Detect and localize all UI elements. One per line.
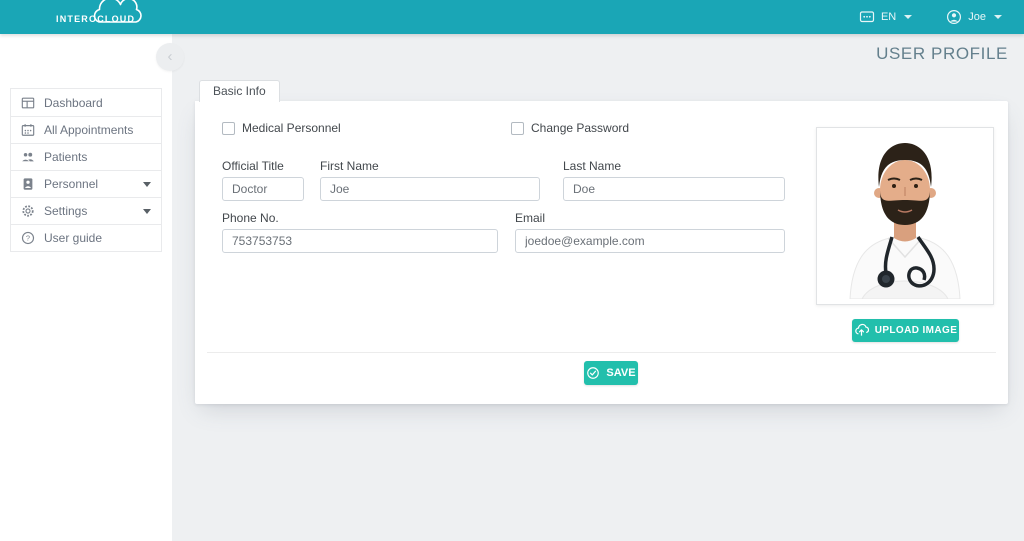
profile-card: Medical Personnel Change Password Offici… (195, 101, 1008, 404)
sidebar-item-settings[interactable]: Settings (11, 197, 161, 224)
sidebar-item-label: Settings (44, 204, 87, 218)
sidebar-item-all-appointments[interactable]: All Appointments (11, 116, 161, 143)
user-icon (946, 9, 962, 25)
language-menu[interactable]: EN (859, 9, 912, 25)
chevron-down-icon (994, 15, 1002, 19)
upload-image-button[interactable]: UPLOAD IMAGE (852, 319, 959, 342)
help-icon: ? (21, 231, 35, 245)
tab-basic-info[interactable]: Basic Info (199, 80, 280, 102)
check-circle-icon (586, 366, 600, 380)
checkbox-icon (511, 122, 524, 135)
sidebar-item-dashboard[interactable]: Dashboard (11, 89, 161, 116)
sidebar-menu: Dashboard All Appointments Patients Pers… (10, 88, 162, 252)
sidebar-item-patients[interactable]: Patients (11, 143, 161, 170)
user-name-label: Joe (968, 11, 986, 23)
sidebar-item-label: Patients (44, 150, 87, 164)
brand-text-prefix: INTERO (56, 14, 97, 24)
first-name-label: First Name (320, 159, 379, 173)
settings-icon (21, 204, 35, 218)
svg-text:?: ? (26, 234, 30, 243)
page-title: USER PROFILE (876, 44, 1008, 64)
checkbox-label: Medical Personnel (242, 121, 341, 135)
phone-input[interactable] (222, 229, 498, 253)
official-title-input[interactable] (222, 177, 304, 201)
personnel-icon (21, 177, 35, 191)
upload-cloud-icon (854, 323, 869, 338)
last-name-label: Last Name (563, 159, 621, 173)
email-input[interactable] (515, 229, 785, 253)
email-label: Email (515, 211, 545, 225)
sidebar: Dashboard All Appointments Patients Pers… (0, 34, 172, 541)
last-name-input[interactable] (563, 177, 785, 201)
medical-personnel-checkbox[interactable]: Medical Personnel (222, 121, 341, 135)
save-label: SAVE (606, 367, 635, 379)
sidebar-item-personnel[interactable]: Personnel (11, 170, 161, 197)
sidebar-item-label: Dashboard (44, 96, 103, 110)
change-password-checkbox[interactable]: Change Password (511, 121, 629, 135)
brand-text-suffix: CLOUD (97, 14, 135, 24)
user-menu[interactable]: Joe (946, 9, 1002, 25)
chat-icon (859, 9, 875, 25)
main-content: USER PROFILE Basic Info Medical Personne… (172, 34, 1024, 541)
first-name-input[interactable] (320, 177, 540, 201)
divider (207, 352, 996, 353)
topbar-right: EN Joe (859, 9, 1002, 25)
sidebar-collapse-button[interactable]: ‹ (156, 43, 184, 71)
dashboard-icon (21, 96, 35, 110)
brand-logo[interactable]: INTEROCLOUD (56, 10, 135, 24)
sidebar-item-label: Personnel (44, 177, 98, 191)
checkbox-label: Change Password (531, 121, 629, 135)
upload-image-label: UPLOAD IMAGE (875, 325, 958, 336)
chevron-down-icon (904, 15, 912, 19)
sidebar-item-label: User guide (44, 231, 102, 245)
calendar-icon (21, 123, 35, 137)
topbar: INTEROCLOUD EN Joe (0, 0, 1024, 34)
save-button[interactable]: SAVE (584, 361, 638, 385)
phone-label: Phone No. (222, 211, 279, 225)
official-title-label: Official Title (222, 159, 284, 173)
sidebar-item-label: All Appointments (44, 123, 133, 137)
language-label: EN (881, 11, 896, 23)
sidebar-item-user-guide[interactable]: ? User guide (11, 224, 161, 251)
profile-photo (816, 127, 994, 305)
checkbox-icon (222, 122, 235, 135)
doctor-photo-illustration (822, 133, 988, 299)
patients-icon (21, 150, 35, 164)
chevron-down-icon (143, 209, 151, 214)
chevron-down-icon (143, 182, 151, 187)
